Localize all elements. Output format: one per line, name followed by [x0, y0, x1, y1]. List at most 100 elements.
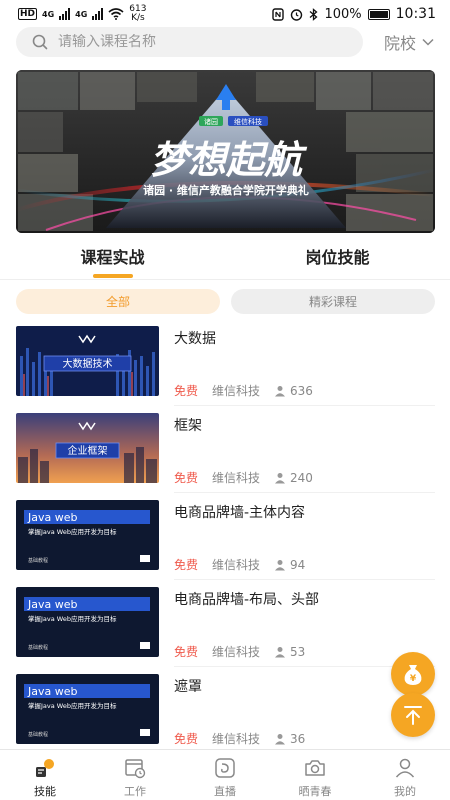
course-provider: 维信科技 — [212, 732, 261, 746]
course-meta: 免费 维信科技 36 — [174, 730, 305, 747]
thumb-caption: Java web — [27, 511, 77, 524]
status-left: HD 4G 4G 613 K/s — [18, 5, 146, 23]
status-right: 100% 10:31 — [272, 6, 436, 22]
thumb-subtitle: 掌握Java Web应用开发为目标 — [28, 527, 117, 536]
thumb-caption: Java web — [27, 685, 77, 698]
status-bar: HD 4G 4G 613 K/s 100% 10:31 — [0, 0, 450, 28]
course-price: 免费 — [174, 384, 199, 398]
course-item[interactable]: Java web 掌握Java Web应用开发为目标 基础教程 电商品牌墙-布局… — [16, 587, 435, 667]
person-icon — [275, 733, 285, 744]
bluetooth-icon — [310, 7, 318, 21]
nav-item-youth[interactable]: 晒青春 — [270, 750, 360, 800]
learner-count: 636 — [290, 383, 313, 398]
money-bag-button[interactable]: ¥ — [391, 652, 435, 696]
course-provider: 维信科技 — [212, 558, 261, 572]
course-title: 框架 — [174, 418, 202, 434]
filter-chip-featured[interactable]: 精彩课程 — [231, 289, 435, 314]
thumb-footer: 基础教程 — [28, 644, 48, 651]
course-item[interactable]: 企业框架 框架 免费 维信科技 240 — [16, 413, 435, 493]
course-thumbnail: 企业框架 — [16, 413, 159, 483]
person-icon — [275, 385, 285, 396]
nav-label-profile: 我的 — [394, 785, 416, 798]
nav-item-live[interactable]: 直播 — [180, 750, 270, 800]
nav-label-skills: 技能 — [34, 785, 56, 798]
alarm-icon — [291, 8, 303, 21]
thumb-caption: 大数据技术 — [63, 357, 113, 370]
bottom-nav: 技能 工作 直播 晒青春 我的 — [0, 749, 450, 800]
person-icon — [275, 646, 285, 657]
net-speed-unit: K/s — [131, 13, 145, 23]
thumb-subtitle: 掌握Java Web应用开发为目标 — [28, 701, 117, 710]
search-input[interactable] — [58, 34, 318, 50]
list-divider — [174, 492, 435, 493]
tab-job-skills[interactable]: 岗位技能 — [225, 244, 450, 280]
thumb-footer: 基础教程 — [28, 557, 48, 564]
nav-label-work: 工作 — [124, 785, 146, 798]
back-to-top-icon — [404, 706, 422, 725]
nav-label-youth: 晒青春 — [298, 785, 332, 798]
work-calendar-icon — [125, 759, 146, 779]
list-divider — [174, 405, 435, 406]
filter-chip-all[interactable]: 全部 — [16, 289, 220, 314]
course-item[interactable]: Java web 掌握Java Web应用开发为目标 基础教程 遮罩 免费 维信… — [16, 674, 435, 746]
course-provider: 维信科技 — [212, 471, 261, 485]
filter-chips: 全部 精彩课程 — [16, 289, 435, 314]
live-icon — [215, 758, 235, 778]
course-meta: 免费 维信科技 53 — [174, 643, 305, 660]
course-thumbnail: Java web 掌握Java Web应用开发为目标 基础教程 — [16, 674, 159, 744]
promo-banner[interactable]: 诸园 维信科技 梦想起航 诸园 · 维信产教融合学院开学典礼 — [16, 70, 435, 233]
chevron-down-icon — [422, 38, 434, 46]
course-item[interactable]: Java web 掌握Java Web应用开发为目标 基础教程 电商品牌墙-主体… — [16, 500, 435, 580]
course-item[interactable]: 大数据技术 大数据 免费 维信科技 636 — [16, 326, 435, 406]
signal-2-label: 4G — [75, 9, 88, 19]
hd-badge: HD — [18, 8, 38, 20]
course-meta: 免费 维信科技 636 — [174, 382, 313, 399]
course-provider: 维信科技 — [212, 645, 261, 659]
person-icon — [275, 559, 285, 570]
back-to-top-button[interactable] — [391, 693, 435, 737]
course-meta: 免费 维信科技 240 — [174, 469, 313, 486]
learner-count: 240 — [290, 470, 313, 485]
nfc-icon — [272, 7, 285, 21]
learner-count: 36 — [290, 731, 306, 746]
course-thumbnail: Java web 掌握Java Web应用开发为目标 基础教程 — [16, 587, 159, 657]
tab-course-practice-label: 课程实战 — [80, 248, 145, 267]
main-tabs: 课程实战 岗位技能 — [0, 244, 450, 280]
skills-icon — [36, 759, 54, 777]
course-meta: 免费 维信科技 94 — [174, 556, 305, 573]
nav-label-live: 直播 — [214, 785, 236, 798]
search-box[interactable] — [16, 27, 363, 57]
tabs-divider — [0, 279, 450, 280]
thumb-caption: Java web — [27, 598, 77, 611]
nav-item-profile[interactable]: 我的 — [360, 750, 450, 800]
signal-2-icon — [92, 8, 104, 20]
thumb-subtitle: 掌握Java Web应用开发为目标 — [28, 614, 117, 623]
signal-1-icon — [59, 8, 71, 20]
learner-count: 53 — [290, 644, 306, 659]
course-thumbnail: Java web 掌握Java Web应用开发为目标 基础教程 — [16, 500, 159, 570]
banner-subtitle: 诸园 · 维信产教融合学院开学典礼 — [143, 183, 309, 197]
course-title: 电商品牌墙-主体内容 — [174, 505, 306, 521]
money-bag-icon: ¥ — [404, 665, 422, 685]
course-title: 遮罩 — [174, 679, 202, 695]
nav-item-skills[interactable]: 技能 — [0, 750, 90, 800]
wifi-icon — [108, 8, 124, 20]
thumb-caption: 企业框架 — [68, 444, 108, 457]
svg-text:¥: ¥ — [410, 674, 417, 684]
nav-item-work[interactable]: 工作 — [90, 750, 180, 800]
tab-course-practice[interactable]: 课程实战 — [0, 244, 225, 280]
profile-icon — [395, 758, 415, 778]
person-icon — [275, 472, 285, 483]
course-price: 免费 — [174, 471, 199, 485]
signal-1-label: 4G — [42, 9, 55, 19]
course-thumbnail: 大数据技术 — [16, 326, 159, 396]
course-title: 大数据 — [174, 331, 216, 347]
school-dropdown[interactable]: 院校 — [384, 30, 434, 54]
search-row: 院校 — [16, 27, 436, 57]
search-icon — [32, 34, 48, 50]
course-provider: 维信科技 — [212, 384, 261, 398]
course-price: 免费 — [174, 558, 199, 572]
camera-icon — [305, 760, 325, 776]
tab-job-skills-label: 岗位技能 — [305, 248, 370, 267]
school-dropdown-label: 院校 — [384, 34, 417, 53]
